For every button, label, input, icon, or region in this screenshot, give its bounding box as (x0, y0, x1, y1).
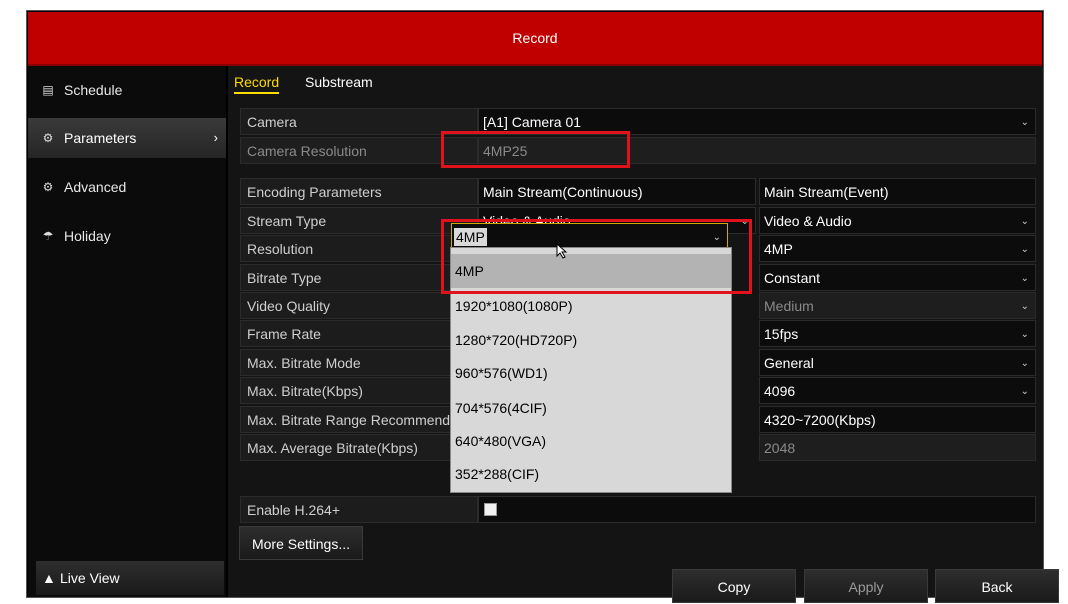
home-icon: ▲ (42, 570, 56, 586)
gears-icon: ⚙ (42, 180, 54, 194)
max-bitrate-mode-event-value: General (764, 355, 814, 371)
frame-rate-label: Frame Rate (240, 320, 478, 347)
camera-resolution-row: Camera Resolution 4MP25 (240, 137, 1036, 164)
max-bitrate-label: Max. Bitrate(Kbps) (240, 377, 478, 404)
tab-substream[interactable]: Substream (305, 66, 373, 98)
resolution-option[interactable]: 704*576(4CIF) (451, 391, 731, 425)
max-bitrate-mode-label: Max. Bitrate Mode (240, 349, 478, 376)
stream-type-event-value: Video & Audio (764, 213, 852, 229)
window-title: Record (28, 12, 1042, 66)
bitrate-type-event-value: Constant (764, 270, 821, 286)
sidebar-item-label: Parameters (64, 130, 137, 146)
resolution-option[interactable]: 1920*1080(1080P) (451, 289, 731, 323)
calendar-icon: ▤ (42, 83, 54, 97)
sidebar-item-holiday[interactable]: ☂ Holiday (28, 216, 226, 256)
h264plus-label: Enable H.264+ (240, 496, 478, 523)
max-bitrate-event-select[interactable]: 4096 ⌄ (759, 377, 1036, 404)
chevron-down-icon: ⌄ (1020, 358, 1029, 369)
main-stream-continuous-header: Main Stream(Continuous) (478, 178, 756, 205)
apply-button[interactable]: Apply (804, 569, 928, 603)
mouse-cursor-icon (556, 243, 568, 259)
resolution-option[interactable]: 960*576(WD1) (451, 356, 731, 390)
tab-record[interactable]: Record (234, 66, 280, 98)
max-avg-bitrate-event-value: 2048 (759, 434, 1036, 461)
video-quality-event-value: Medium (764, 298, 814, 314)
chevron-down-icon: ⌄ (1020, 244, 1029, 255)
sidebar-item-parameters[interactable]: ⚙ Parameters › (28, 118, 226, 158)
max-bitrate-range-event-value: 4320~7200(Kbps) (759, 406, 1036, 433)
max-avg-bitrate-label: Max. Average Bitrate(Kbps) (240, 434, 478, 461)
highlight-box-resolution (441, 219, 752, 294)
more-settings-button[interactable]: More Settings... (239, 526, 363, 560)
chevron-down-icon: ⌄ (1020, 329, 1029, 340)
h264plus-row: Enable H.264+ (240, 496, 1036, 523)
frame-rate-event-value: 15fps (764, 326, 799, 342)
max-bitrate-range-label: Max. Bitrate Range Recommend... (240, 406, 478, 433)
chevron-down-icon: ⌄ (1020, 301, 1029, 312)
bitrate-type-event-select[interactable]: Constant ⌄ (759, 264, 1036, 291)
back-button[interactable]: Back (935, 569, 1059, 603)
resolution-event-value: 4MP (764, 241, 793, 257)
chevron-down-icon: ⌄ (1020, 273, 1029, 284)
camera-value: [A1] Camera 01 (483, 114, 582, 130)
h264plus-cell (478, 496, 1036, 523)
frame-rate-event-select[interactable]: 15fps ⌄ (759, 320, 1036, 347)
stream-type-event-select[interactable]: Video & Audio ⌄ (759, 207, 1036, 234)
main-stream-event-header: Main Stream(Event) (759, 178, 1036, 205)
video-quality-event-select: Medium ⌄ (759, 292, 1036, 319)
sidebar-item-label: Advanced (64, 179, 127, 195)
umbrella-icon: ☂ (42, 229, 54, 243)
resolution-option[interactable]: 352*288(CIF) (451, 457, 731, 491)
sidebar-item-label: Schedule (64, 82, 123, 98)
encoding-parameters-label: Encoding Parameters (240, 178, 478, 205)
h264plus-checkbox[interactable] (484, 503, 497, 516)
sidebar-item-label: Holiday (64, 228, 111, 244)
gear-icon: ⚙ (42, 131, 54, 145)
copy-button[interactable]: Copy (672, 569, 796, 603)
resolution-event-select[interactable]: 4MP ⌄ (759, 235, 1036, 262)
resolution-option[interactable]: 640*480(VGA) (451, 424, 731, 458)
highlight-box-camera-resolution (441, 131, 630, 168)
chevron-down-icon: ⌄ (1020, 386, 1029, 397)
sidebar: ▤ Schedule ⚙ Parameters › ⚙ Advanced ☂ H… (28, 66, 226, 597)
live-view-button[interactable]: ▲ Live View (36, 561, 224, 595)
encoding-header-row: Encoding Parameters Main Stream(Continuo… (240, 178, 1036, 205)
video-quality-label: Video Quality (240, 292, 478, 319)
max-bitrate-mode-event-select[interactable]: General ⌄ (759, 349, 1036, 376)
sidebar-item-schedule[interactable]: ▤ Schedule (28, 70, 226, 110)
chevron-down-icon: ⌄ (1020, 216, 1029, 227)
live-view-label: Live View (60, 570, 120, 586)
max-bitrate-event-value: 4096 (764, 383, 796, 399)
resolution-option[interactable]: 1280*720(HD720P) (451, 323, 731, 357)
sidebar-item-advanced[interactable]: ⚙ Advanced (28, 167, 226, 207)
chevron-right-icon: › (213, 130, 218, 145)
camera-row: Camera [A1] Camera 01 ⌄ (240, 108, 1036, 135)
chevron-down-icon: ⌄ (1020, 117, 1029, 128)
